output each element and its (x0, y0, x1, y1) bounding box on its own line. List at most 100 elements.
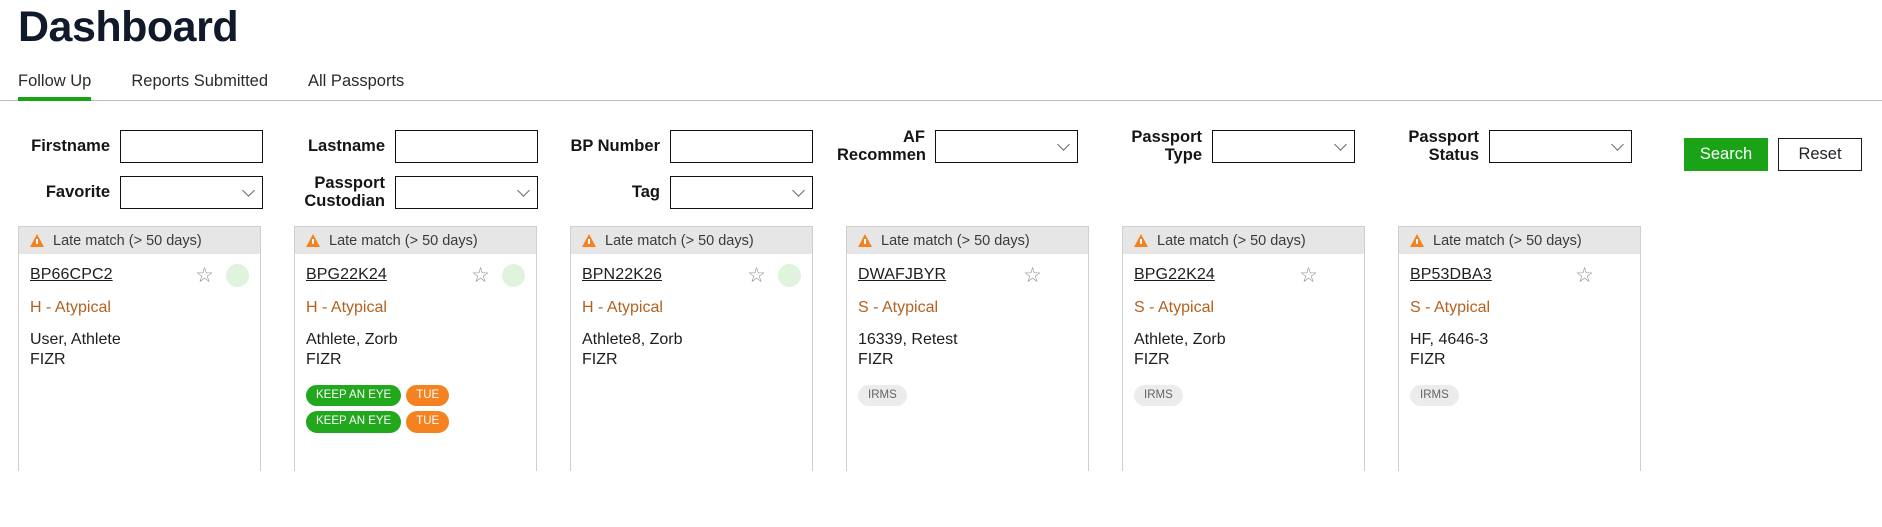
card-status-banner: Late match (> 50 days) (295, 227, 536, 254)
favorite-star-icon[interactable]: ☆ (1575, 265, 1594, 286)
card-header-actions: ☆ (1575, 264, 1629, 287)
select-af-recommendation[interactable] (935, 129, 1078, 163)
card-header-row: BPN22K26 ☆ (582, 263, 801, 287)
tag-chip[interactable]: TUE (406, 384, 450, 407)
card-status-banner: Late match (> 50 days) (1123, 227, 1364, 254)
passport-card[interactable]: Late match (> 50 days) BPN22K26 ☆ H - Atypi… (570, 226, 813, 471)
tag-chip[interactable]: IRMS (1410, 384, 1459, 407)
bp-number-link[interactable]: DWAFJBYR (858, 266, 946, 284)
passport-card-list: Late match (> 50 days) BP66CPC2 ☆ H - Atypi… (0, 226, 1882, 471)
passport-card[interactable]: Late match (> 50 days) BP53DBA3 ☆ S - Atypi… (1398, 226, 1641, 471)
tag-list: KEEP AN EYE TUE KEEP AN EYE TUE (306, 384, 525, 433)
bp-number-link[interactable]: BPG22K24 (306, 266, 387, 284)
chevron-down-icon (792, 184, 805, 197)
select-tag[interactable] (670, 175, 813, 209)
tag-chip[interactable]: IRMS (1134, 384, 1183, 407)
card-header-actions: ☆ (195, 263, 249, 287)
card-header-actions: ☆ (1299, 264, 1353, 287)
tab-follow-up[interactable]: Follow Up (18, 72, 109, 101)
favorite-star-icon[interactable]: ☆ (1299, 265, 1318, 286)
passport-card[interactable]: Late match (> 50 days) BP66CPC2 ☆ H - Atypi… (18, 226, 261, 471)
filter-label-af-recommendation: AF Recommendation (837, 127, 925, 164)
tag-chip[interactable]: TUE (406, 411, 450, 433)
tab-reports-submitted[interactable]: Reports Submitted (131, 72, 286, 100)
passport-card[interactable]: Late match (> 50 days) BPG22K24 ☆ H - Atypi… (294, 226, 537, 471)
bp-number-link[interactable]: BPN22K26 (582, 266, 662, 284)
warning-triangle-icon (1134, 234, 1148, 247)
status-dot-indicator (778, 263, 801, 287)
athlete-name: 16339, Retest (858, 331, 958, 348)
filter-label-firstname: Firstname (31, 136, 110, 155)
status-dot-indicator (226, 263, 249, 287)
status-dot-indicator (502, 263, 525, 287)
card-header-row: BP66CPC2 ☆ (30, 263, 249, 287)
input-firstname[interactable] (120, 129, 263, 163)
chevron-down-icon (1334, 138, 1347, 151)
select-passport-status[interactable] (1489, 129, 1632, 163)
filter-group-lastname: Lastname (293, 129, 538, 163)
card-status-text: Late match (> 50 days) (605, 232, 754, 249)
lab-code: FIZR (582, 351, 618, 369)
recommendation-text: H - Atypical (582, 299, 663, 316)
recommendation-text: H - Atypical (306, 299, 387, 316)
select-passport-custodian[interactable] (395, 175, 538, 209)
filter-row-2: Favorite Passport Custodian Tag (0, 169, 1882, 215)
passport-card[interactable]: Late match (> 50 days) BPG22K24 ☆ S - Atypi… (1122, 226, 1365, 471)
athlete-name: Athlete, Zorb (1134, 331, 1226, 348)
favorite-star-icon[interactable]: ☆ (747, 265, 766, 286)
card-header-row: BPG22K24 ☆ (1134, 263, 1353, 287)
card-status-text: Late match (> 50 days) (1157, 232, 1306, 249)
card-status-banner: Late match (> 50 days) (571, 227, 812, 254)
lab-code: FIZR (306, 351, 342, 369)
card-status-text: Late match (> 50 days) (881, 232, 1030, 249)
favorite-star-icon[interactable]: ☆ (1023, 265, 1042, 286)
select-favorite[interactable] (120, 175, 263, 209)
input-lastname[interactable] (395, 129, 538, 163)
reset-button[interactable]: Reset (1778, 138, 1862, 171)
favorite-star-icon[interactable]: ☆ (195, 265, 214, 286)
warning-triangle-icon (30, 234, 44, 247)
filter-group-bp-number: BP Number (568, 129, 813, 163)
search-button[interactable]: Search (1684, 138, 1768, 171)
input-bp-number[interactable] (670, 129, 813, 163)
lab-code: FIZR (30, 351, 66, 369)
chevron-down-icon (1057, 138, 1070, 151)
filter-group-favorite: Favorite (18, 175, 263, 209)
card-body: BP66CPC2 ☆ H - Atypical User, Athlete FIZR (19, 254, 260, 383)
bp-number-link[interactable]: BP66CPC2 (30, 266, 113, 284)
card-status-banner: Late match (> 50 days) (19, 227, 260, 254)
warning-triangle-icon (1410, 234, 1424, 247)
filter-label-passport-status: Passport Status (1408, 127, 1479, 164)
card-header-actions: ☆ (1023, 264, 1077, 287)
card-body: BPN22K26 ☆ H - Atypical Athlete8, Zorb FIZR (571, 254, 812, 383)
filter-label-favorite: Favorite (45, 182, 110, 201)
filter-label-passport-custodian: Passport Custodian (304, 173, 385, 210)
warning-triangle-icon (306, 234, 320, 247)
bp-number-link[interactable]: BP53DBA3 (1410, 266, 1492, 284)
filter-group-passport-status: Passport Status (1387, 128, 1632, 165)
tab-bar: Follow Up Reports Submitted All Passports (0, 67, 1882, 101)
card-body: BPG22K24 ☆ H - Atypical Athlete, Zorb FIZR KE… (295, 254, 536, 445)
card-body: DWAFJBYR ☆ S - Atypical 16339, Retest FIZR IR… (847, 254, 1088, 418)
athlete-info: Athlete8, Zorb FIZR (582, 330, 801, 371)
card-body: BPG22K24 ☆ S - Atypical Athlete, Zorb FIZR IR… (1123, 254, 1364, 418)
card-status-text: Late match (> 50 days) (329, 232, 478, 249)
tag-chip[interactable]: KEEP AN EYE (306, 384, 402, 407)
tag-chip[interactable]: KEEP AN EYE (306, 411, 402, 433)
select-passport-type[interactable] (1212, 129, 1355, 163)
chevron-down-icon (517, 184, 530, 197)
passport-card[interactable]: Late match (> 50 days) DWAFJBYR ☆ S - Atypi… (846, 226, 1089, 471)
tag-list: IRMS (1134, 384, 1353, 407)
filter-group-af-recommendation: AF Recommendation (837, 128, 1078, 165)
tab-all-passports[interactable]: All Passports (308, 72, 422, 100)
favorite-star-icon[interactable]: ☆ (471, 265, 490, 286)
bp-number-link[interactable]: BPG22K24 (1134, 266, 1215, 284)
lab-code: FIZR (1410, 351, 1446, 369)
athlete-name: HF, 4646-3 (1410, 331, 1489, 348)
filter-group-passport-type: Passport Type (1110, 128, 1355, 165)
tag-chip[interactable]: IRMS (858, 384, 907, 407)
card-status-text: Late match (> 50 days) (1433, 232, 1582, 249)
tag-list: IRMS (858, 384, 1077, 407)
filter-group-passport-custodian: Passport Custodian (293, 174, 538, 211)
card-header-row: BP53DBA3 ☆ (1410, 263, 1629, 287)
